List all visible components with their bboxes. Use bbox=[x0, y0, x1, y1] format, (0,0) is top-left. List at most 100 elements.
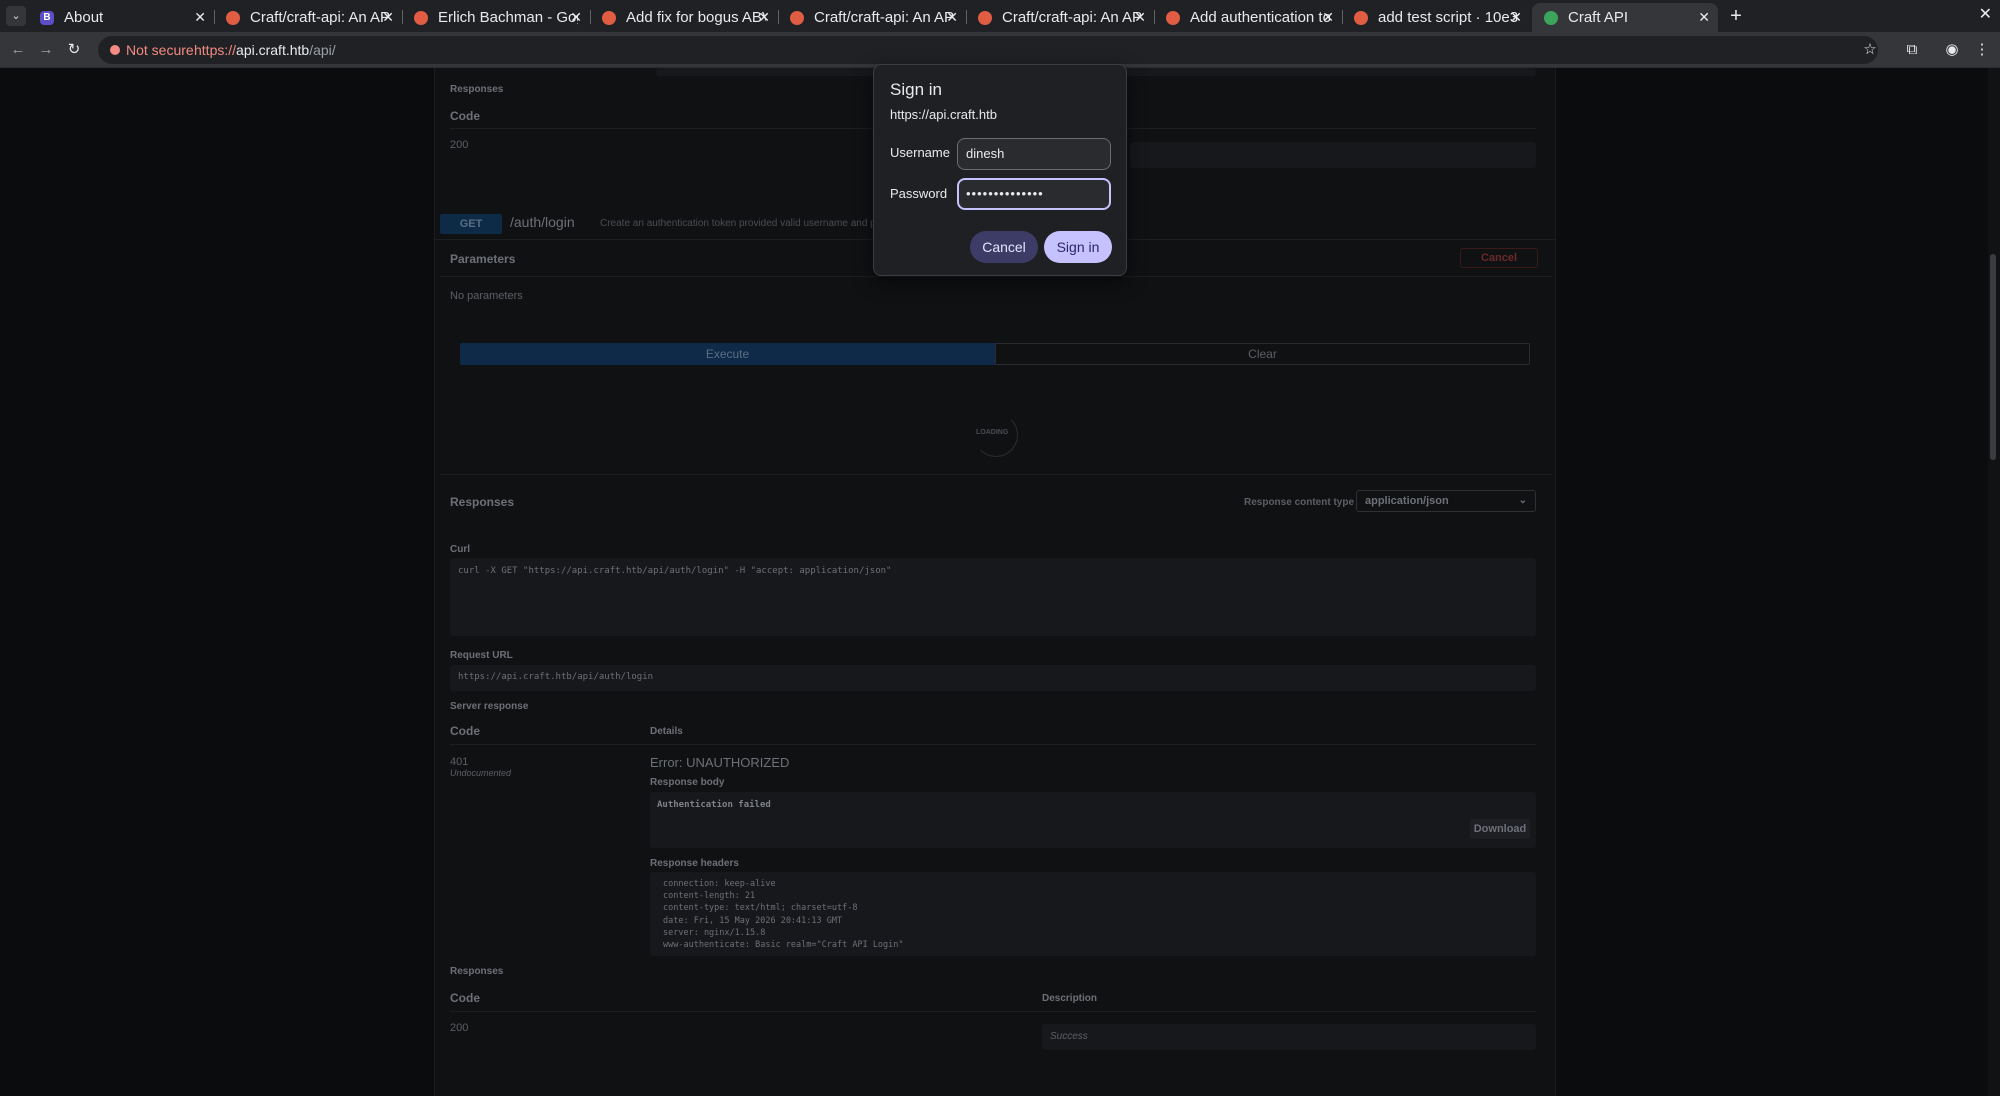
response-header-line: www-authenticate: Basic realm="Craft API… bbox=[663, 940, 904, 951]
tab-title: Craft API bbox=[1568, 9, 1629, 26]
security-label: Not secure bbox=[126, 42, 194, 58]
error-text: Error: UNAUTHORIZED bbox=[650, 755, 790, 770]
response-code: 401 bbox=[450, 756, 469, 768]
sign-in-dialog: Sign in https://api.craft.htb Username d… bbox=[873, 64, 1127, 276]
profile-icon[interactable]: ◉ bbox=[1942, 40, 1962, 60]
forward-arrow-icon[interactable]: → bbox=[36, 40, 56, 60]
server-response-label: Server response bbox=[450, 701, 529, 712]
password-label: Password bbox=[890, 186, 948, 201]
request-url-label: Request URL bbox=[450, 650, 513, 661]
tab-title: Craft/craft-api: An API for craft bbox=[814, 9, 954, 26]
menu-kebab-icon[interactable]: ⋮ bbox=[1972, 40, 1992, 60]
method-badge: GET bbox=[440, 214, 502, 234]
gogs-favicon-icon bbox=[978, 11, 992, 25]
tab-close-icon[interactable]: ✕ bbox=[946, 3, 958, 32]
prev-responses-heading: Responses bbox=[450, 84, 504, 95]
gogs-favicon-icon bbox=[1354, 11, 1368, 25]
tab-about[interactable]: B About ✕ bbox=[28, 3, 214, 32]
tab-craft-api-active[interactable]: Craft API ✕ bbox=[1532, 3, 1718, 32]
response-headers-list: connection: keep-alive content-length: 21… bbox=[663, 878, 904, 951]
username-field[interactable]: dinesh bbox=[957, 138, 1111, 170]
tab-add-fix-bogus-abv[interactable]: Add fix for bogus ABV values ✕ bbox=[590, 3, 778, 32]
download-button[interactable]: Download bbox=[1470, 819, 1530, 839]
tab-title: Add fix for bogus ABV values bbox=[626, 9, 766, 26]
tab-close-icon[interactable]: ✕ bbox=[1510, 3, 1522, 32]
tab-add-authentication[interactable]: Add authentication to brew endpoint ✕ bbox=[1154, 3, 1342, 32]
warning-icon bbox=[110, 45, 120, 55]
content-type-label: Response content type bbox=[1244, 497, 1355, 508]
tab-close-icon[interactable]: ✕ bbox=[382, 3, 394, 32]
details-header: Details bbox=[650, 726, 683, 737]
response-header-line: server: nginx/1.15.8 bbox=[663, 927, 766, 938]
dialog-origin: https://api.craft.htb bbox=[890, 107, 997, 122]
bottom-code-header: Code bbox=[450, 991, 480, 1005]
execute-button[interactable]: Execute bbox=[460, 343, 995, 365]
password-field[interactable]: •••••••••••••• bbox=[957, 178, 1111, 210]
bottom-description-header: Description bbox=[1042, 993, 1098, 1004]
response-header-line: connection: keep-alive bbox=[663, 879, 776, 889]
tab-erlich-bachman[interactable]: Erlich Bachman - Gogs ✕ bbox=[402, 3, 590, 32]
security-chip[interactable]: Not secure bbox=[106, 40, 200, 60]
extensions-icon[interactable]: ⧉ bbox=[1902, 40, 1922, 60]
parameters-heading: Parameters bbox=[450, 252, 516, 266]
bottom-code-value: 200 bbox=[450, 1022, 469, 1034]
response-body-text: Authentication failed bbox=[657, 800, 771, 810]
tab-close-icon[interactable]: ✕ bbox=[758, 3, 770, 32]
bootstrap-favicon-icon: B bbox=[40, 11, 54, 25]
reload-icon[interactable]: ↻ bbox=[64, 40, 84, 60]
operation-path: /auth/login bbox=[510, 214, 575, 230]
tab-close-icon[interactable]: ✕ bbox=[1698, 3, 1710, 32]
cancel-try-button[interactable]: Cancel bbox=[1460, 248, 1538, 268]
response-headers-box: connection: keep-alive content-length: 21… bbox=[650, 872, 1536, 956]
content-type-select[interactable]: application/json ⌄ bbox=[1356, 490, 1536, 512]
tab-title: Craft/craft-api: An API for craft bbox=[250, 9, 390, 26]
username-label: Username bbox=[890, 145, 950, 160]
page-scrollbar[interactable] bbox=[1988, 68, 2000, 1096]
url-text[interactable]: https://api.craft.htb/api/ bbox=[194, 36, 336, 64]
divider bbox=[440, 276, 1552, 277]
divider bbox=[450, 1011, 1536, 1012]
operation-description: Create an authentication token provided … bbox=[600, 218, 916, 229]
no-parameters-text: No parameters bbox=[450, 290, 523, 302]
prev-description-cell bbox=[1130, 142, 1536, 168]
tab-title: Craft/craft-api: An API for craft bbox=[1002, 9, 1142, 26]
gogs-favicon-icon bbox=[226, 11, 240, 25]
prev-code-header: Code bbox=[450, 109, 480, 123]
response-body-box: Authentication failed bbox=[650, 792, 1536, 848]
new-tab-button[interactable]: + bbox=[1724, 4, 1748, 28]
url-path: /api/ bbox=[309, 42, 336, 58]
scrollbar-thumb[interactable] bbox=[1990, 254, 1996, 460]
curl-label: Curl bbox=[450, 544, 470, 555]
browser-toolbar: ← → ↻ Not secure https://api.craft.htb/a… bbox=[0, 32, 2000, 68]
window-close-icon[interactable]: ✕ bbox=[1979, 4, 1992, 24]
dialog-cancel-button[interactable]: Cancel bbox=[970, 231, 1038, 263]
response-header-line: content-type: text/html; charset=utf-8 bbox=[663, 903, 858, 914]
content-type-value: application/json bbox=[1365, 495, 1449, 507]
chevron-down-icon: ⌄ bbox=[1518, 495, 1527, 506]
tab-craft-api-3[interactable]: Craft/craft-api: An API for craft ✕ bbox=[966, 3, 1154, 32]
tab-craft-api-2[interactable]: Craft/craft-api: An API for craft ✕ bbox=[778, 3, 966, 32]
address-bar[interactable]: Not secure https://api.craft.htb/api/ ☆ bbox=[98, 36, 1878, 64]
tab-search-button[interactable]: ⌄ bbox=[6, 6, 26, 26]
bookmark-star-icon[interactable]: ☆ bbox=[1860, 40, 1880, 60]
response-code-note: Undocumented bbox=[450, 768, 512, 778]
response-header-line: date: Fri, 15 May 2026 20:41:13 GMT bbox=[663, 915, 843, 926]
tab-close-icon[interactable]: ✕ bbox=[194, 3, 206, 32]
response-headers-label: Response headers bbox=[650, 858, 739, 869]
prev-code-value: 200 bbox=[450, 139, 469, 151]
back-arrow-icon[interactable]: ← bbox=[8, 40, 28, 60]
clear-button[interactable]: Clear bbox=[995, 343, 1530, 365]
tab-title: add test script · 10e3ba4f0a bbox=[1378, 9, 1518, 26]
gogs-favicon-icon bbox=[414, 11, 428, 25]
gogs-favicon-icon bbox=[602, 11, 616, 25]
tab-close-icon[interactable]: ✕ bbox=[1134, 3, 1146, 32]
tab-close-icon[interactable]: ✕ bbox=[570, 3, 582, 32]
bottom-description-cell: Success bbox=[1042, 1024, 1536, 1050]
tab-close-icon[interactable]: ✕ bbox=[1322, 3, 1334, 32]
loading-label: LOADING bbox=[976, 429, 1009, 436]
tab-add-test-script[interactable]: add test script · 10e3ba4f0a ✕ bbox=[1342, 3, 1530, 32]
swagger-favicon-icon bbox=[1544, 11, 1558, 25]
tab-craft-api-1[interactable]: Craft/craft-api: An API for craft ✕ bbox=[214, 3, 402, 32]
gogs-favicon-icon bbox=[1166, 11, 1180, 25]
dialog-sign-in-button[interactable]: Sign in bbox=[1044, 231, 1112, 263]
